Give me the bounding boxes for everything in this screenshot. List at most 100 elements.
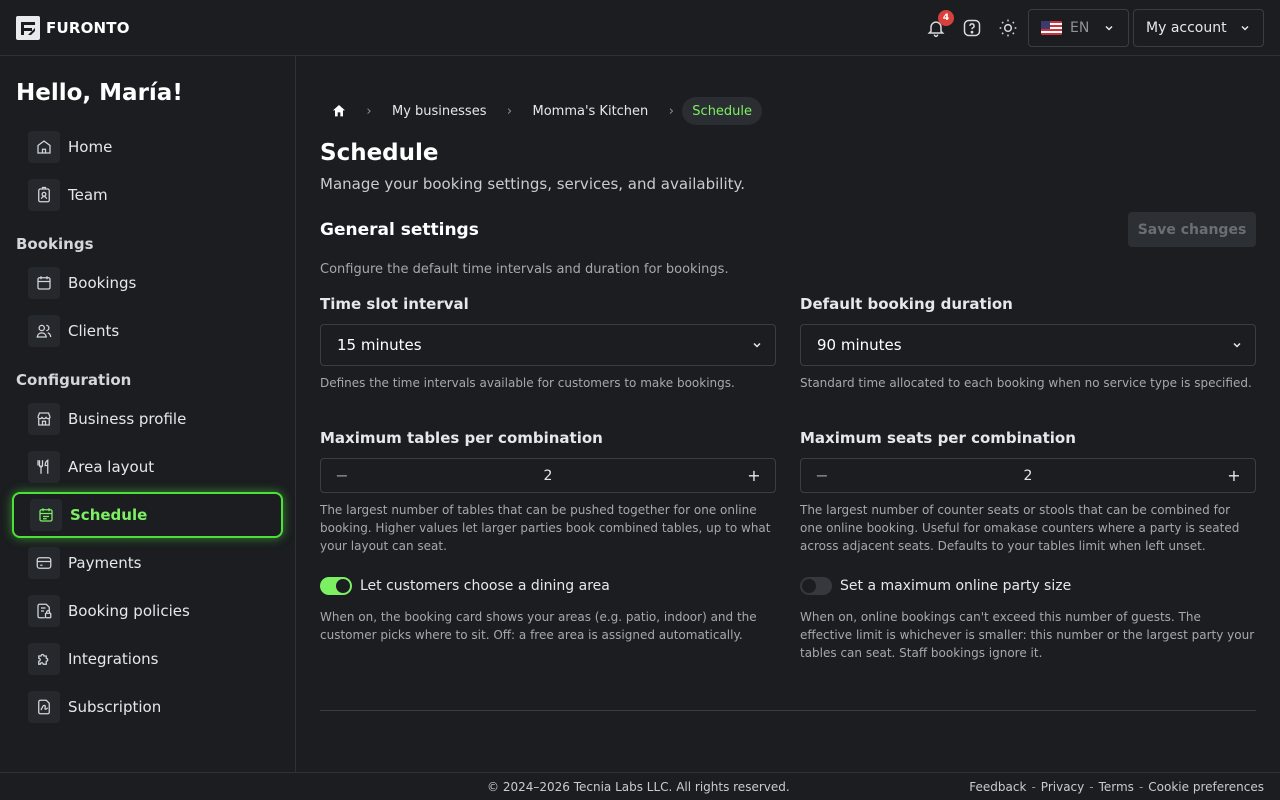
general-settings-title: General settings [320, 220, 479, 240]
sun-icon [999, 19, 1017, 37]
breadcrumb-current: Schedule [682, 97, 763, 125]
badge-icon [28, 179, 60, 211]
breadcrumb: › My businesses › Momma's Kitchen › Sche… [320, 97, 763, 125]
increment-button[interactable]: + [747, 466, 761, 485]
brand-logo[interactable]: FURONTO [16, 16, 130, 40]
theme-toggle-button[interactable] [994, 14, 1022, 42]
breadcrumb-my-businesses[interactable]: My businesses [380, 97, 498, 125]
max-seats-label: Maximum seats per combination [800, 429, 1076, 447]
footer-link-privacy[interactable]: Privacy [1041, 780, 1084, 794]
greeting: Hello, María! [16, 80, 183, 106]
save-changes-button[interactable]: Save changes [1128, 212, 1256, 247]
page-title: Schedule [320, 140, 439, 166]
dining-area-toggle-row[interactable]: Let customers choose a dining area [320, 577, 610, 595]
decrement-button[interactable]: − [335, 466, 349, 485]
footer-link-cookie-preferences[interactable]: Cookie preferences [1148, 780, 1264, 794]
breadcrumb-separator-icon: › [506, 103, 513, 119]
sidebar-item-label: Booking policies [68, 602, 190, 620]
notifications-button[interactable]: 4 [922, 10, 954, 42]
calendar-check-icon [30, 499, 62, 531]
sidebar: Hello, María! Home Team Bookings Booking… [0, 56, 296, 772]
sidebar-item-home[interactable]: Home [12, 124, 283, 170]
party-size-toggle[interactable] [800, 577, 832, 595]
sidebar-item-label: Business profile [68, 410, 187, 428]
breadcrumb-home[interactable] [320, 97, 358, 125]
help-icon [963, 19, 981, 37]
footer-links: Feedback - Privacy - Terms - Cookie pref… [969, 780, 1264, 794]
sidebar-item-label: Clients [68, 322, 120, 340]
party-size-toggle-row[interactable]: Set a maximum online party size [800, 577, 1071, 595]
main-content: › My businesses › Momma's Kitchen › Sche… [296, 56, 1280, 772]
sidebar-item-bookings[interactable]: Bookings [12, 260, 283, 306]
max-seats-stepper: − 2 + [800, 458, 1256, 493]
general-settings-description: Configure the default time intervals and… [320, 262, 729, 277]
sidebar-item-team[interactable]: Team [12, 172, 283, 218]
dining-area-label: Let customers choose a dining area [360, 578, 610, 594]
card-icon [28, 547, 60, 579]
configuration-heading: Configuration [16, 371, 132, 389]
sidebar-item-payments[interactable]: Payments [12, 540, 283, 586]
top-bar: FURONTO 4 EN My account [0, 0, 1280, 56]
max-tables-value[interactable]: 2 [544, 468, 553, 484]
footer-separator: - [1031, 780, 1036, 794]
duration-select[interactable]: 90 minutes [800, 324, 1256, 366]
sidebar-item-clients[interactable]: Clients [12, 308, 283, 354]
sidebar-item-label: Payments [68, 554, 142, 572]
sidebar-item-label: Area layout [68, 458, 155, 476]
sidebar-item-label: Team [68, 186, 108, 204]
page-subtitle: Manage your booking settings, services, … [320, 175, 745, 193]
party-size-label: Set a maximum online party size [840, 578, 1072, 594]
sidebar-item-business-profile[interactable]: Business profile [12, 396, 283, 442]
help-button[interactable] [958, 14, 986, 42]
chevron-down-icon [1105, 25, 1113, 31]
footer-link-feedback[interactable]: Feedback [969, 780, 1026, 794]
sidebar-item-label: Home [68, 138, 113, 156]
dining-area-toggle[interactable] [320, 577, 352, 595]
breadcrumb-separator-icon: › [668, 103, 674, 119]
max-tables-help: The largest number of tables that can be… [320, 503, 771, 553]
notification-badge: 4 [938, 10, 954, 26]
sidebar-item-area-layout[interactable]: Area layout [12, 444, 283, 490]
logo-mark-icon [16, 16, 40, 40]
us-flag-icon [1041, 21, 1062, 35]
copyright: © 2024–2026 Tecnia Labs LLC. All rights … [487, 780, 790, 794]
calendar-icon [28, 267, 60, 299]
bookings-heading: Bookings [16, 235, 94, 253]
account-label: My account [1146, 20, 1227, 36]
duration-help: Standard time allocated to each booking … [800, 376, 1252, 390]
utensils-icon [28, 451, 60, 483]
sidebar-item-integrations[interactable]: Integrations [12, 636, 283, 682]
time-slot-value: 15 minutes [337, 336, 422, 354]
language-code: EN [1070, 20, 1090, 36]
max-seats-help: The largest number of counter seats or s… [800, 503, 1240, 553]
home-icon [333, 105, 345, 117]
section-divider [320, 710, 1256, 711]
duration-value: 90 minutes [817, 336, 902, 354]
breadcrumb-business[interactable]: Momma's Kitchen [520, 97, 660, 125]
footer-separator: - [1138, 780, 1144, 794]
language-select[interactable]: EN [1028, 9, 1129, 47]
puzzle-icon [28, 643, 60, 675]
time-slot-select[interactable]: 15 minutes [320, 324, 776, 366]
time-slot-help: Defines the time intervals available for… [320, 376, 735, 390]
my-account-menu[interactable]: My account [1133, 9, 1264, 47]
sidebar-item-subscription[interactable]: Subscription [12, 684, 283, 730]
sidebar-item-booking-policies[interactable]: Booking policies [12, 588, 283, 634]
decrement-button[interactable]: − [815, 466, 829, 485]
chevron-down-icon [753, 342, 761, 348]
sidebar-item-label: Schedule [70, 506, 148, 524]
increment-button[interactable]: + [1227, 466, 1241, 485]
footer-link-terms[interactable]: Terms [1099, 780, 1134, 794]
max-tables-stepper: − 2 + [320, 458, 776, 493]
time-slot-label: Time slot interval [320, 295, 469, 313]
max-seats-value[interactable]: 2 [1024, 468, 1033, 484]
policy-icon [28, 595, 60, 627]
sidebar-item-label: Integrations [68, 650, 159, 668]
max-tables-label: Maximum tables per combination [320, 429, 603, 447]
brand-name: FURONTO [46, 19, 130, 37]
party-size-help: When on, online bookings can't exceed th… [800, 610, 1255, 660]
chevron-down-icon [1241, 25, 1249, 31]
chevron-down-icon [1233, 342, 1241, 348]
sidebar-item-schedule[interactable]: Schedule [12, 492, 283, 538]
footer-separator: - [1089, 780, 1094, 794]
